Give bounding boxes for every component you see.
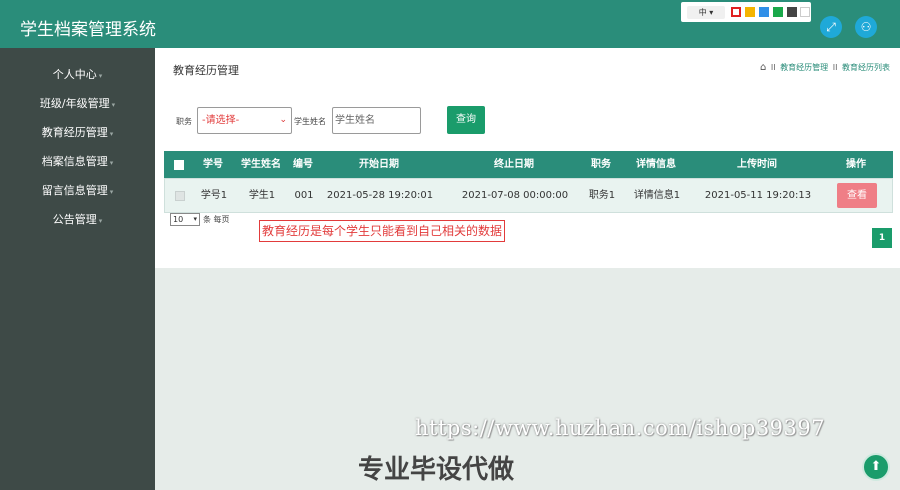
table-row: 学号1 学生1 001 2021-05-28 19:20:01 2021-07-…: [164, 178, 893, 213]
theme-swatch-red[interactable]: [731, 7, 741, 17]
student-name-label: 学生姓名: [294, 117, 326, 126]
theme-swatch-dark[interactable]: [787, 7, 797, 17]
theme-swatch-white[interactable]: [800, 7, 810, 17]
column-header: 终止日期: [494, 159, 534, 170]
column-header: 编号: [293, 159, 313, 170]
chevron-down-icon: ▾: [109, 188, 114, 196]
page-number-button[interactable]: 1: [872, 228, 892, 248]
chevron-down-icon: ▾: [193, 215, 197, 223]
chevron-down-icon: ▾: [111, 101, 116, 109]
table-header: 学号 学生姓名 编号 开始日期 终止日期 职务 详情信息 上传时间 操作: [164, 151, 893, 178]
sidebar-item-class-grade[interactable]: 班级/年级管理 ▾: [0, 89, 155, 118]
chevron-down-icon: ⌄: [279, 115, 287, 125]
table-cell: 2021-05-11 19:20:13: [704, 190, 812, 201]
sidebar: 个人中心 ▾ 班级/年级管理 ▾ 教育经历管理 ▾ 档案信息管理 ▾ 留言信息管理 ▾ 公…: [0, 48, 155, 490]
breadcrumb: ⌂ II 教育经历管理 II 教育经历列表: [760, 62, 890, 73]
table-cell: 2021-05-28 19:20:01: [326, 190, 434, 201]
language-select[interactable]: 中 ▾: [687, 6, 725, 19]
column-header: 学生姓名: [241, 159, 281, 170]
sidebar-item-messages[interactable]: 留言信息管理 ▾: [0, 176, 155, 205]
select-all-checkbox[interactable]: [174, 160, 184, 170]
query-button[interactable]: 查询: [447, 106, 485, 134]
page-size-select[interactable]: 10 ▾: [170, 213, 200, 226]
user-icon[interactable]: ⚇: [855, 16, 877, 38]
column-header: 操作: [846, 159, 866, 170]
page-title: 教育经历管理: [173, 64, 239, 77]
breadcrumb-item: 教育经历列表: [842, 63, 890, 72]
home-icon[interactable]: ⌂: [760, 62, 766, 73]
watermark-url: https://www.huzhan.com/ishop39397: [415, 416, 826, 440]
page-size-label: 条 每页: [203, 215, 230, 224]
sidebar-item-announcements[interactable]: 公告管理 ▾: [0, 205, 155, 234]
view-button[interactable]: 查看: [837, 183, 877, 208]
table-cell: 学号1: [200, 190, 228, 201]
row-checkbox[interactable]: [175, 191, 185, 201]
breadcrumb-item[interactable]: 教育经历管理: [780, 63, 828, 72]
table-cell: 学生1: [248, 190, 276, 201]
app-title: 学生档案管理系统: [20, 20, 156, 40]
theme-toolbar: 中 ▾: [681, 2, 811, 22]
watermark-text: 专业毕设代做: [358, 455, 515, 485]
column-header: 详情信息: [636, 159, 676, 170]
role-select[interactable]: -请选择- ⌄: [197, 107, 292, 134]
table-cell: 详情信息1: [633, 190, 681, 201]
table-cell: 001: [294, 190, 314, 201]
fullscreen-icon[interactable]: ⤢: [820, 16, 842, 38]
main-panel: 教育经历管理 ⌂ II 教育经历管理 II 教育经历列表 职务 -请选择- ⌄ …: [155, 48, 900, 268]
chevron-down-icon: ▾: [109, 130, 114, 138]
role-label: 职务: [176, 117, 192, 126]
back-to-top-icon[interactable]: ⬆: [862, 453, 890, 481]
sidebar-item-education[interactable]: 教育经历管理 ▾: [0, 118, 155, 147]
theme-swatch-blue[interactable]: [759, 7, 769, 17]
table-cell: 职务1: [588, 190, 616, 201]
column-header: 学号: [203, 159, 223, 170]
column-header: 职务: [591, 159, 611, 170]
table-cell: 2021-07-08 00:00:00: [461, 190, 569, 201]
chevron-down-icon: ▾: [98, 72, 103, 80]
theme-swatch-green[interactable]: [773, 7, 783, 17]
column-header: 上传时间: [737, 159, 777, 170]
column-header: 开始日期: [359, 159, 399, 170]
theme-swatch-yellow[interactable]: [745, 7, 755, 17]
top-bar: 学生档案管理系统 中 ▾ ⤢ ⚇: [0, 0, 900, 48]
sidebar-item-archive[interactable]: 档案信息管理 ▾: [0, 147, 155, 176]
annotation-note: 教育经历是每个学生只能看到自己相关的数据: [259, 220, 506, 242]
chevron-down-icon: ▾: [109, 159, 114, 167]
chevron-down-icon: ▾: [98, 217, 103, 225]
student-name-input[interactable]: 学生姓名: [332, 107, 421, 134]
sidebar-item-personal-center[interactable]: 个人中心 ▾: [0, 60, 155, 89]
